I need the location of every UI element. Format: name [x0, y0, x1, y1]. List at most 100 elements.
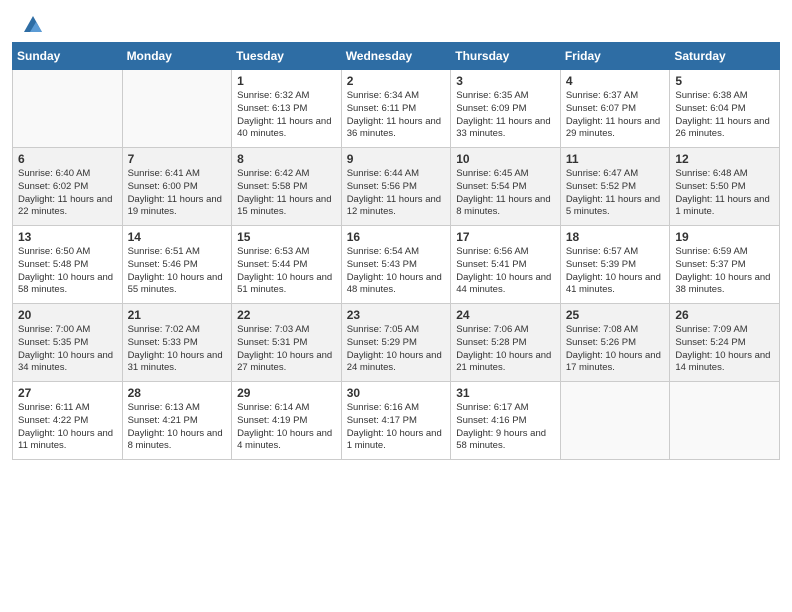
- calendar-cell: 6 Sunrise: 6:40 AM Sunset: 6:02 PM Daylig…: [13, 148, 123, 226]
- calendar-cell: 8 Sunrise: 6:42 AM Sunset: 5:58 PM Daylig…: [232, 148, 342, 226]
- weekday-header-row: SundayMondayTuesdayWednesdayThursdayFrid…: [13, 43, 780, 70]
- day-number: 30: [347, 386, 446, 400]
- day-number: 8: [237, 152, 336, 166]
- day-info: Sunrise: 6:57 AM Sunset: 5:39 PM Dayligh…: [566, 246, 665, 297]
- day-info: Sunrise: 6:41 AM Sunset: 6:00 PM Dayligh…: [128, 168, 227, 219]
- calendar-cell: 27 Sunrise: 6:11 AM Sunset: 4:22 PM Dayli…: [13, 382, 123, 460]
- day-info: Sunrise: 6:40 AM Sunset: 6:02 PM Dayligh…: [18, 168, 117, 219]
- day-number: 31: [456, 386, 555, 400]
- weekday-header-wednesday: Wednesday: [341, 43, 451, 70]
- weekday-header-sunday: Sunday: [13, 43, 123, 70]
- day-number: 24: [456, 308, 555, 322]
- calendar-cell: 11 Sunrise: 6:47 AM Sunset: 5:52 PM Dayli…: [560, 148, 670, 226]
- day-info: Sunrise: 6:42 AM Sunset: 5:58 PM Dayligh…: [237, 168, 336, 219]
- day-number: 21: [128, 308, 227, 322]
- week-row-4: 20 Sunrise: 7:00 AM Sunset: 5:35 PM Dayli…: [13, 304, 780, 382]
- day-number: 23: [347, 308, 446, 322]
- day-number: 19: [675, 230, 774, 244]
- calendar-cell: 28Sunrise: 6:13 AM Sunset: 4:21 PM Dayli…: [122, 382, 232, 460]
- day-info: Sunrise: 6:11 AM Sunset: 4:22 PM Dayligh…: [18, 402, 117, 453]
- calendar-cell: 21 Sunrise: 7:02 AM Sunset: 5:33 PM Dayli…: [122, 304, 232, 382]
- day-number: 12: [675, 152, 774, 166]
- day-info: Sunrise: 6:14 AM Sunset: 4:19 PM Dayligh…: [237, 402, 336, 453]
- day-info: Sunrise: 6:34 AM Sunset: 6:11 PM Dayligh…: [347, 90, 446, 141]
- day-number: 1: [237, 74, 336, 88]
- calendar-cell: 3Sunrise: 6:35 AM Sunset: 6:09 PM Daylig…: [451, 70, 561, 148]
- weekday-header-saturday: Saturday: [670, 43, 780, 70]
- day-info: Sunrise: 6:45 AM Sunset: 5:54 PM Dayligh…: [456, 168, 555, 219]
- day-info: Sunrise: 6:47 AM Sunset: 5:52 PM Dayligh…: [566, 168, 665, 219]
- calendar-cell: 29 Sunrise: 6:14 AM Sunset: 4:19 PM Dayli…: [232, 382, 342, 460]
- day-number: 14: [128, 230, 227, 244]
- calendar-cell: 30 Sunrise: 6:16 AM Sunset: 4:17 PM Dayli…: [341, 382, 451, 460]
- weekday-header-monday: Monday: [122, 43, 232, 70]
- calendar-cell: [13, 70, 123, 148]
- calendar-cell: [670, 382, 780, 460]
- day-number: 5: [675, 74, 774, 88]
- weekday-header-friday: Friday: [560, 43, 670, 70]
- calendar-table: SundayMondayTuesdayWednesdayThursdayFrid…: [12, 42, 780, 460]
- day-info: Sunrise: 7:02 AM Sunset: 5:33 PM Dayligh…: [128, 324, 227, 375]
- week-row-5: 27 Sunrise: 6:11 AM Sunset: 4:22 PM Dayli…: [13, 382, 780, 460]
- day-info: Sunrise: 7:05 AM Sunset: 5:29 PM Dayligh…: [347, 324, 446, 375]
- day-number: 9: [347, 152, 446, 166]
- day-number: 27: [18, 386, 117, 400]
- day-number: 10: [456, 152, 555, 166]
- day-number: 26: [675, 308, 774, 322]
- page-header: [0, 0, 792, 42]
- calendar-cell: 20 Sunrise: 7:00 AM Sunset: 5:35 PM Dayli…: [13, 304, 123, 382]
- day-number: 20: [18, 308, 117, 322]
- day-info: Sunrise: 6:16 AM Sunset: 4:17 PM Dayligh…: [347, 402, 446, 453]
- calendar-cell: 14 Sunrise: 6:51 AM Sunset: 5:46 PM Dayli…: [122, 226, 232, 304]
- day-number: 15: [237, 230, 336, 244]
- calendar-cell: 15Sunrise: 6:53 AM Sunset: 5:44 PM Dayli…: [232, 226, 342, 304]
- logo: [20, 14, 44, 36]
- day-info: Sunrise: 6:38 AM Sunset: 6:04 PM Dayligh…: [675, 90, 774, 141]
- day-info: Sunrise: 7:06 AM Sunset: 5:28 PM Dayligh…: [456, 324, 555, 375]
- logo-icon: [22, 14, 44, 36]
- day-number: 6: [18, 152, 117, 166]
- calendar-cell: 22Sunrise: 7:03 AM Sunset: 5:31 PM Dayli…: [232, 304, 342, 382]
- day-info: Sunrise: 6:32 AM Sunset: 6:13 PM Dayligh…: [237, 90, 336, 141]
- calendar-cell: 7 Sunrise: 6:41 AM Sunset: 6:00 PM Daylig…: [122, 148, 232, 226]
- day-info: Sunrise: 7:00 AM Sunset: 5:35 PM Dayligh…: [18, 324, 117, 375]
- week-row-2: 6 Sunrise: 6:40 AM Sunset: 6:02 PM Daylig…: [13, 148, 780, 226]
- day-number: 7: [128, 152, 227, 166]
- calendar-cell: 1 Sunrise: 6:32 AM Sunset: 6:13 PM Daylig…: [232, 70, 342, 148]
- calendar-cell: 9 Sunrise: 6:44 AM Sunset: 5:56 PM Daylig…: [341, 148, 451, 226]
- calendar-cell: [560, 382, 670, 460]
- day-number: 17: [456, 230, 555, 244]
- day-info: Sunrise: 6:13 AM Sunset: 4:21 PM Dayligh…: [128, 402, 227, 453]
- day-number: 2: [347, 74, 446, 88]
- day-number: 16: [347, 230, 446, 244]
- calendar-cell: 19Sunrise: 6:59 AM Sunset: 5:37 PM Dayli…: [670, 226, 780, 304]
- day-number: 4: [566, 74, 665, 88]
- day-number: 18: [566, 230, 665, 244]
- calendar-cell: 13Sunrise: 6:50 AM Sunset: 5:48 PM Dayli…: [13, 226, 123, 304]
- day-info: Sunrise: 6:37 AM Sunset: 6:07 PM Dayligh…: [566, 90, 665, 141]
- day-info: Sunrise: 6:56 AM Sunset: 5:41 PM Dayligh…: [456, 246, 555, 297]
- day-info: Sunrise: 7:03 AM Sunset: 5:31 PM Dayligh…: [237, 324, 336, 375]
- calendar-cell: 26 Sunrise: 7:09 AM Sunset: 5:24 PM Dayli…: [670, 304, 780, 382]
- day-number: 25: [566, 308, 665, 322]
- calendar-cell: 24 Sunrise: 7:06 AM Sunset: 5:28 PM Dayli…: [451, 304, 561, 382]
- calendar-cell: 23 Sunrise: 7:05 AM Sunset: 5:29 PM Dayli…: [341, 304, 451, 382]
- calendar-cell: 25 Sunrise: 7:08 AM Sunset: 5:26 PM Dayli…: [560, 304, 670, 382]
- calendar-wrapper: SundayMondayTuesdayWednesdayThursdayFrid…: [0, 42, 792, 470]
- day-info: Sunrise: 6:44 AM Sunset: 5:56 PM Dayligh…: [347, 168, 446, 219]
- week-row-1: 1 Sunrise: 6:32 AM Sunset: 6:13 PM Daylig…: [13, 70, 780, 148]
- calendar-cell: [122, 70, 232, 148]
- day-info: Sunrise: 7:08 AM Sunset: 5:26 PM Dayligh…: [566, 324, 665, 375]
- calendar-cell: 4 Sunrise: 6:37 AM Sunset: 6:07 PM Daylig…: [560, 70, 670, 148]
- calendar-cell: 2 Sunrise: 6:34 AM Sunset: 6:11 PM Daylig…: [341, 70, 451, 148]
- calendar-cell: 16Sunrise: 6:54 AM Sunset: 5:43 PM Dayli…: [341, 226, 451, 304]
- day-number: 29: [237, 386, 336, 400]
- day-info: Sunrise: 7:09 AM Sunset: 5:24 PM Dayligh…: [675, 324, 774, 375]
- day-info: Sunrise: 6:50 AM Sunset: 5:48 PM Dayligh…: [18, 246, 117, 297]
- calendar-cell: 10 Sunrise: 6:45 AM Sunset: 5:54 PM Dayli…: [451, 148, 561, 226]
- calendar-cell: 18 Sunrise: 6:57 AM Sunset: 5:39 PM Dayli…: [560, 226, 670, 304]
- day-number: 11: [566, 152, 665, 166]
- day-info: Sunrise: 6:51 AM Sunset: 5:46 PM Dayligh…: [128, 246, 227, 297]
- calendar-cell: 31Sunrise: 6:17 AM Sunset: 4:16 PM Dayli…: [451, 382, 561, 460]
- week-row-3: 13Sunrise: 6:50 AM Sunset: 5:48 PM Dayli…: [13, 226, 780, 304]
